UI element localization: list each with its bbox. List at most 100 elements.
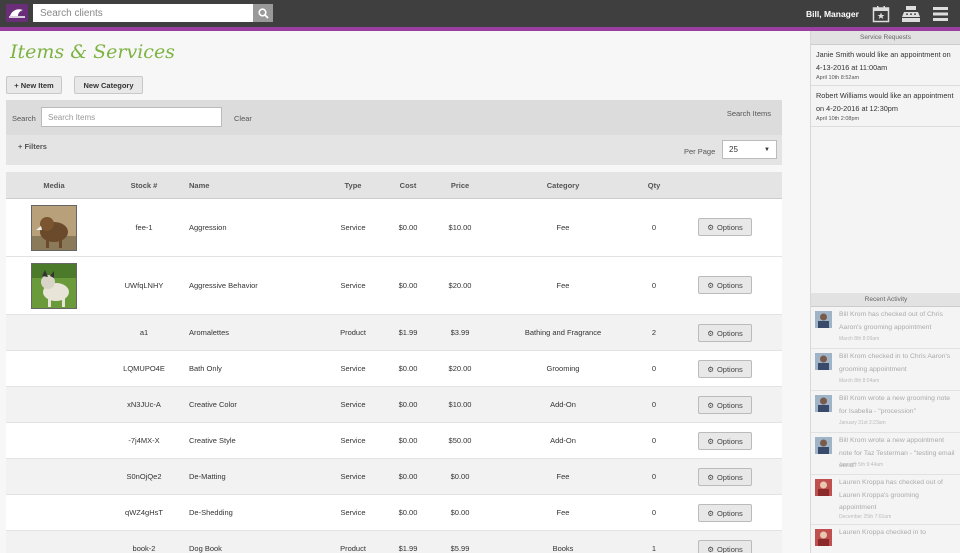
activity-item[interactable]: Bill Krom wrote a new appointment note f… [811, 433, 960, 475]
cell-category: Fee [556, 508, 570, 517]
options-button[interactable]: ⚙ Options [698, 468, 752, 486]
options-label: Options [716, 544, 743, 553]
col-price[interactable]: Price [451, 181, 469, 190]
table-row[interactable]: xN3JUc-A Creative Color Service $0.00 $1… [6, 387, 782, 423]
activity-time: January 31st 2:23am [839, 420, 886, 426]
table-row[interactable]: UWfqLNHY Aggressive Behavior Service $0.… [6, 257, 782, 315]
cell-type: Service [340, 400, 366, 409]
col-media[interactable]: Media [43, 181, 64, 190]
options-label: Options [716, 472, 743, 482]
gear-icon: ⚙ [707, 222, 714, 232]
options-button[interactable]: ⚙ Options [698, 218, 752, 236]
items-search-bar: Search Clear Search Items [6, 100, 782, 135]
table-row[interactable]: LQMUPO4E Bath Only Service $0.00 $20.00 … [6, 351, 782, 387]
item-photo-dog[interactable] [31, 263, 77, 309]
options-button[interactable]: ⚙ Options [698, 276, 752, 294]
search-items-button[interactable]: Search Items [727, 109, 771, 118]
gear-icon: ⚙ [707, 508, 714, 518]
options-label: Options [716, 364, 743, 374]
user-menu[interactable]: Bill, Manager [806, 9, 859, 19]
cell-name: Dog Book [189, 544, 222, 553]
activity-item[interactable]: Bill Krom checked in to Chris Aaron's gr… [811, 349, 960, 391]
cell-price: $20.00 [448, 281, 472, 290]
calendar-icon[interactable] [872, 4, 890, 24]
hamburger-menu-icon[interactable] [933, 4, 948, 24]
cell-name: De-Shedding [189, 508, 233, 517]
options-button[interactable]: ⚙ Options [698, 396, 752, 414]
per-page-label: Per Page [684, 147, 716, 156]
options-button[interactable]: ⚙ Options [698, 504, 752, 522]
activity-time: March 8th 8:09am [839, 336, 880, 342]
cell-price: $10.00 [448, 223, 472, 232]
cell-price: $5.99 [450, 544, 470, 553]
cell-name: Bath Only [189, 364, 222, 373]
cell-stock: xN3JUc-A [127, 400, 161, 409]
cell-stock: -7j4MX-X [128, 436, 160, 445]
col-category[interactable]: Category [547, 181, 580, 190]
recent-activity-title: Recent Activity [811, 293, 960, 307]
table-row[interactable]: -7j4MX-X Creative Style Service $0.00 $5… [6, 423, 782, 459]
options-button[interactable]: ⚙ Options [698, 540, 752, 553]
options-label: Options [716, 280, 743, 290]
avatar [815, 395, 832, 412]
activity-item[interactable]: Lauren Kroppa checked in to [811, 525, 960, 553]
filters-toggle[interactable]: + Filters [18, 142, 47, 151]
client-search-button[interactable] [253, 4, 273, 22]
client-search-input[interactable] [33, 4, 253, 22]
col-type[interactable]: Type [345, 181, 362, 190]
col-name[interactable]: Name [189, 181, 209, 190]
table-row[interactable]: book-2 Dog Book Product $1.99 $5.99 Book… [6, 531, 782, 553]
search-label: Search [12, 114, 36, 123]
cell-cost: $0.00 [398, 400, 418, 409]
cell-name: De-Matting [189, 472, 226, 481]
options-button[interactable]: ⚙ Options [698, 324, 752, 342]
cell-stock: LQMUPO4E [123, 364, 165, 373]
avatar [815, 479, 832, 496]
activity-text: Bill Krom wrote a new grooming note for … [839, 395, 951, 415]
table-row[interactable]: qWZ4gHsT De-Shedding Service $0.00 $0.00… [6, 495, 782, 531]
recent-activity: Recent Activity Bill Krom has checked ou… [811, 293, 960, 553]
activity-item[interactable]: Lauren Kroppa has checked out of Lauren … [811, 475, 960, 525]
table-row[interactable]: fee-1 Aggression Service $0.00 $10.00 Fe… [6, 199, 782, 257]
gear-icon: ⚙ [707, 280, 714, 290]
cell-category: Fee [556, 223, 570, 232]
avatar [815, 353, 832, 370]
cell-stock: qWZ4gHsT [125, 508, 163, 517]
cell-qty: 0 [651, 436, 657, 445]
activity-item[interactable]: Bill Krom wrote a new grooming note for … [811, 391, 960, 433]
table-row[interactable]: a1 Aromalettes Product $1.99 $3.99 Bathi… [6, 315, 782, 351]
cell-type: Service [340, 436, 366, 445]
service-request-item[interactable]: Robert Williams would like an appointmen… [811, 86, 960, 127]
cell-type: Product [340, 544, 366, 553]
col-stock[interactable]: Stock # [131, 181, 158, 190]
page-title: Items & Services [10, 41, 175, 63]
col-cost[interactable]: Cost [400, 181, 417, 190]
options-label: Options [716, 400, 743, 410]
app-logo-icon[interactable] [6, 4, 28, 22]
new-item-button[interactable]: + New Item [6, 76, 62, 94]
cell-cost: $1.99 [398, 328, 418, 337]
col-qty[interactable]: Qty [648, 181, 661, 190]
cell-cost: $0.00 [398, 364, 418, 373]
gear-icon: ⚙ [707, 400, 714, 410]
activity-time: March 8th 8:04am [839, 378, 880, 384]
table-row[interactable]: S0nOjQe2 De-Matting Service $0.00 $0.00 … [6, 459, 782, 495]
activity-item[interactable]: Bill Krom has checked out of Chris Aaron… [811, 307, 960, 349]
gear-icon: ⚙ [707, 364, 714, 374]
service-request-item[interactable]: Janie Smith would like an appointment on… [811, 45, 960, 86]
activity-time: December 25th 7:01am [839, 514, 892, 520]
cell-stock: S0nOjQe2 [126, 472, 162, 481]
request-text: Robert Williams would like an appointmen… [816, 91, 954, 113]
cash-register-icon[interactable] [901, 4, 921, 24]
clear-link[interactable]: Clear [234, 114, 252, 123]
per-page-value: 25 [729, 145, 738, 154]
cell-qty: 0 [651, 281, 657, 290]
cell-cost: $1.99 [398, 544, 418, 553]
items-search-input[interactable] [41, 107, 222, 127]
new-category-button[interactable]: New Category [74, 76, 143, 94]
options-button[interactable]: ⚙ Options [698, 432, 752, 450]
per-page-select[interactable]: 25 ▼ [722, 140, 777, 159]
options-label: Options [716, 436, 743, 446]
options-button[interactable]: ⚙ Options [698, 360, 752, 378]
item-photo-dog[interactable] [31, 205, 77, 251]
